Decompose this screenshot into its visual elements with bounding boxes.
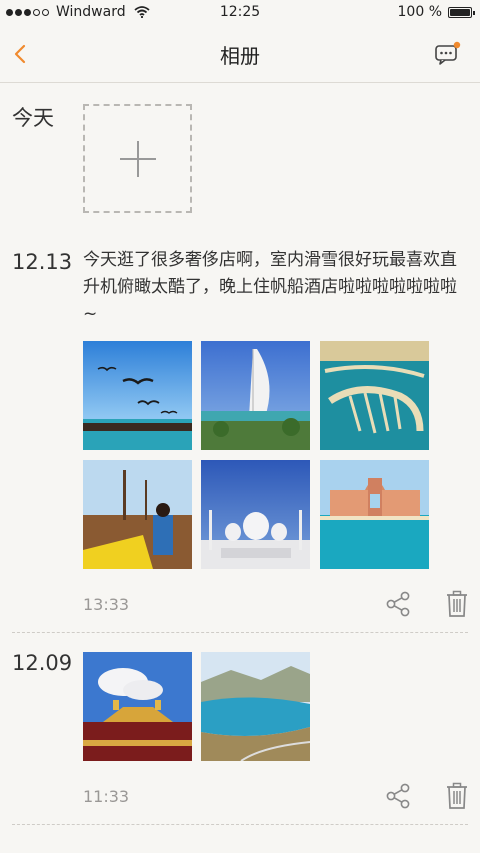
trash-icon xyxy=(447,782,467,809)
trash-icon xyxy=(447,590,467,617)
battery-icon xyxy=(448,6,475,18)
message-bubble-icon xyxy=(435,41,461,65)
photo-potala-palace-roof[interactable] xyxy=(83,652,192,761)
post-time: 13:33 xyxy=(83,595,130,614)
plus-icon xyxy=(120,141,156,177)
status-bar: Windward 12:25 100 % xyxy=(0,0,480,26)
status-right: 100 % xyxy=(397,4,475,20)
photo-dhow-boat-girl[interactable] xyxy=(83,460,192,569)
share-button[interactable] xyxy=(385,591,411,617)
photo-palm-island-aerial[interactable] xyxy=(320,341,429,450)
photo-burj-al-arab[interactable] xyxy=(201,341,310,450)
delete-button[interactable] xyxy=(445,782,469,810)
share-icon xyxy=(386,591,410,617)
post-time: 11:33 xyxy=(83,787,130,806)
post-divider xyxy=(12,824,468,825)
nav-bar: 相册 xyxy=(0,26,480,83)
page-title: 相册 xyxy=(220,44,260,68)
share-button[interactable] xyxy=(385,783,411,809)
photo-mountain-lake[interactable] xyxy=(201,652,310,761)
message-button[interactable] xyxy=(434,40,462,68)
photo-grand-mosque[interactable] xyxy=(201,460,310,569)
delete-button[interactable] xyxy=(445,590,469,618)
share-icon xyxy=(386,783,410,809)
post-date: 12.09 xyxy=(12,651,73,675)
today-label: 今天 xyxy=(12,106,54,130)
post-divider xyxy=(12,632,468,633)
add-photo-button[interactable] xyxy=(83,104,192,213)
post-date: 12.13 xyxy=(12,250,73,274)
photo-seagulls-harbor[interactable] xyxy=(83,341,192,450)
post-text: 今天逛了很多奢侈店啊，室内滑雪很好玩最喜欢直升机俯瞰太酷了，晚上住帆船酒店啦啦啦… xyxy=(83,250,457,324)
battery-label: 100 % xyxy=(397,4,442,20)
photo-atlantis-hotel[interactable] xyxy=(320,460,429,569)
